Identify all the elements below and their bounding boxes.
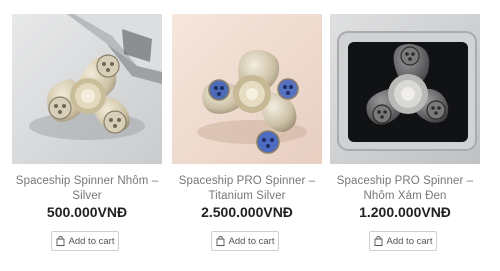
- add-to-cart-button[interactable]: Add to cart: [369, 231, 437, 251]
- product-title-line: Spaceship PRO Spinner –: [336, 175, 474, 187]
- silver-spinner-image: [12, 14, 162, 164]
- shopping-bag-icon: [56, 236, 65, 246]
- add-to-cart-button[interactable]: Add to cart: [51, 231, 119, 251]
- product-title-line: Silver: [72, 190, 102, 202]
- add-to-cart-button[interactable]: Add to cart: [211, 231, 279, 251]
- product-price: 500.000VNĐ: [46, 204, 128, 220]
- product-title-line: Spaceship PRO Spinner –: [178, 175, 316, 187]
- add-to-cart-label: Add to cart: [228, 235, 275, 247]
- add-to-cart-label: Add to cart: [68, 235, 115, 247]
- product-title[interactable]: Spaceship PRO Spinner – Titanium Silver: [162, 174, 332, 204]
- dark-gray-spinner-image: [330, 14, 480, 164]
- shopping-bag-icon: [216, 236, 225, 246]
- add-to-cart-label: Add to cart: [386, 235, 433, 247]
- product-title-line: Spaceship Spinner Nhôm –: [15, 175, 159, 187]
- product-card: Spaceship Spinner Nhôm – Silver 500.000V…: [12, 14, 162, 264]
- product-title-line: Titanium Silver: [208, 190, 286, 202]
- shopping-bag-icon: [374, 236, 383, 246]
- product-image-titanium-spinner[interactable]: [172, 14, 322, 164]
- titanium-spinner-image: [172, 14, 322, 164]
- product-price: 1.200.000VNĐ: [359, 204, 451, 220]
- product-price: 2.500.000VNĐ: [201, 204, 293, 220]
- product-title[interactable]: Spaceship Spinner Nhôm – Silver: [2, 174, 172, 204]
- product-card: Spaceship PRO Spinner – Nhôm Xám Đen 1.2…: [330, 14, 480, 264]
- product-card: Spaceship PRO Spinner – Titanium Silver …: [172, 14, 322, 264]
- product-image-silver-spinner[interactable]: [12, 14, 162, 164]
- product-title[interactable]: Spaceship PRO Spinner – Nhôm Xám Đen: [320, 174, 490, 204]
- product-image-dark-gray-spinner[interactable]: [330, 14, 480, 164]
- product-title-line: Nhôm Xám Đen: [363, 190, 447, 202]
- product-grid: Spaceship Spinner Nhôm – Silver 500.000V…: [0, 0, 500, 271]
